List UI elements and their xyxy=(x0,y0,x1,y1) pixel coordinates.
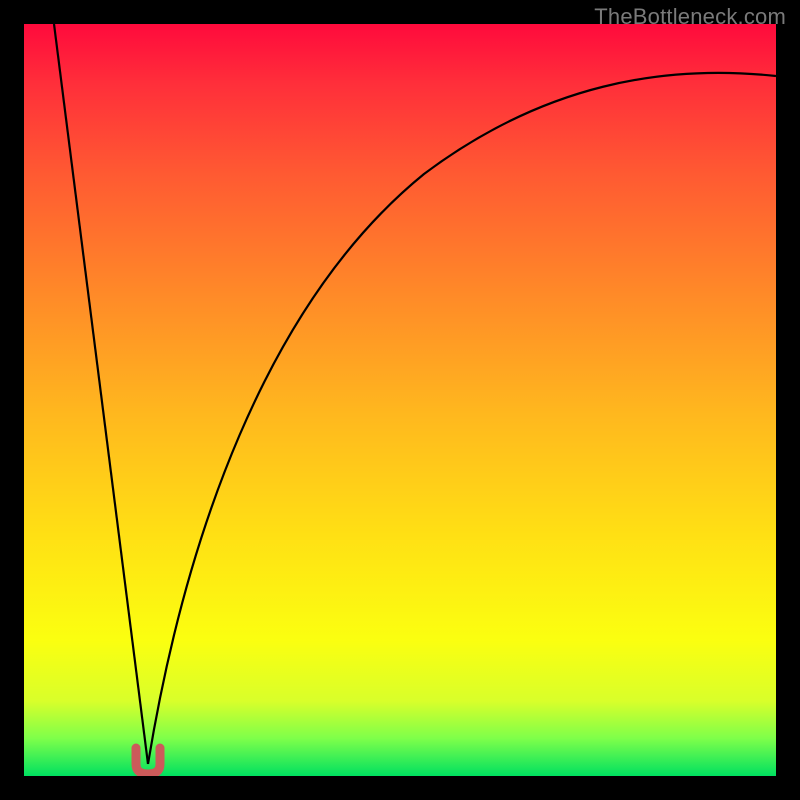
curve-left-branch xyxy=(54,24,148,764)
plot-area xyxy=(24,24,776,776)
chart-frame: TheBottleneck.com xyxy=(0,0,800,800)
watermark-text: TheBottleneck.com xyxy=(594,4,786,30)
curve-right-branch xyxy=(148,73,776,764)
bottleneck-curve xyxy=(24,24,776,776)
